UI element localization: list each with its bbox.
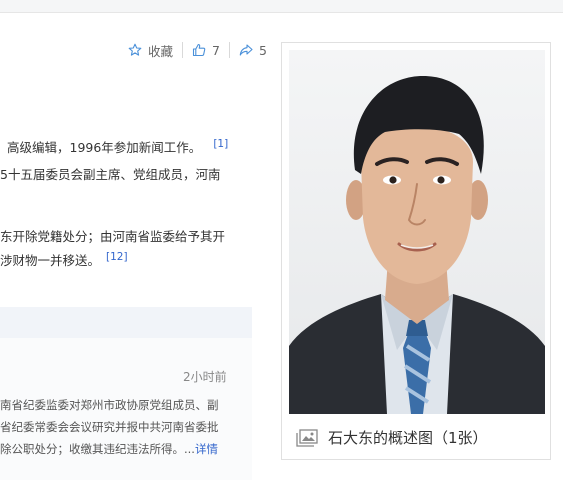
article-line: 5十五届委员会副主席、党组成员，河南 xyxy=(0,167,221,182)
summary-picture-card[interactable]: 石大东的概述图（1张） xyxy=(281,42,551,460)
news-timestamp: 2小时前 xyxy=(183,370,227,384)
star-icon xyxy=(128,43,142,56)
action-bar: 收藏 7 5 xyxy=(128,40,267,60)
news-panel-header xyxy=(0,307,252,338)
article-line: 东开除党籍处分；由河南省监委给予其开 xyxy=(0,229,226,244)
news-snippet-line: 省纪委常委会会议研究并报中共河南省委批 xyxy=(0,420,219,434)
top-strip xyxy=(0,0,563,13)
article-line: 高级编辑，1996年参加新闻工作。 [1] xyxy=(7,138,229,155)
reference-link[interactable]: [12] xyxy=(106,251,128,263)
image-gallery-icon xyxy=(296,428,318,447)
portrait-photo[interactable] xyxy=(289,50,545,414)
like-button[interactable]: 7 xyxy=(192,43,220,58)
divider xyxy=(228,42,230,58)
picture-caption[interactable]: 石大东的概述图（1张） xyxy=(296,427,488,448)
share-button[interactable]: 5 xyxy=(239,43,267,58)
share-icon xyxy=(239,44,253,56)
reference-link[interactable]: [1] xyxy=(213,138,228,150)
like-count: 7 xyxy=(212,42,220,58)
news-snippet-line: 南省纪委监委对郑州市政协原党组成员、副 xyxy=(0,398,219,412)
article-line: 涉财物一并移送。 [12] xyxy=(0,251,128,268)
news-detail-link[interactable]: 详情 xyxy=(195,442,218,456)
share-count: 5 xyxy=(258,42,267,58)
news-snippet-line: 除公职处分；收缴其违纪违法所得。...详情 xyxy=(0,442,218,456)
collect-label: 收藏 xyxy=(148,43,174,59)
caption-text: 石大东的概述图（1张） xyxy=(328,429,488,447)
divider xyxy=(182,42,184,58)
collect-button[interactable]: 收藏 xyxy=(128,41,173,60)
thumbs-up-icon xyxy=(192,43,206,57)
